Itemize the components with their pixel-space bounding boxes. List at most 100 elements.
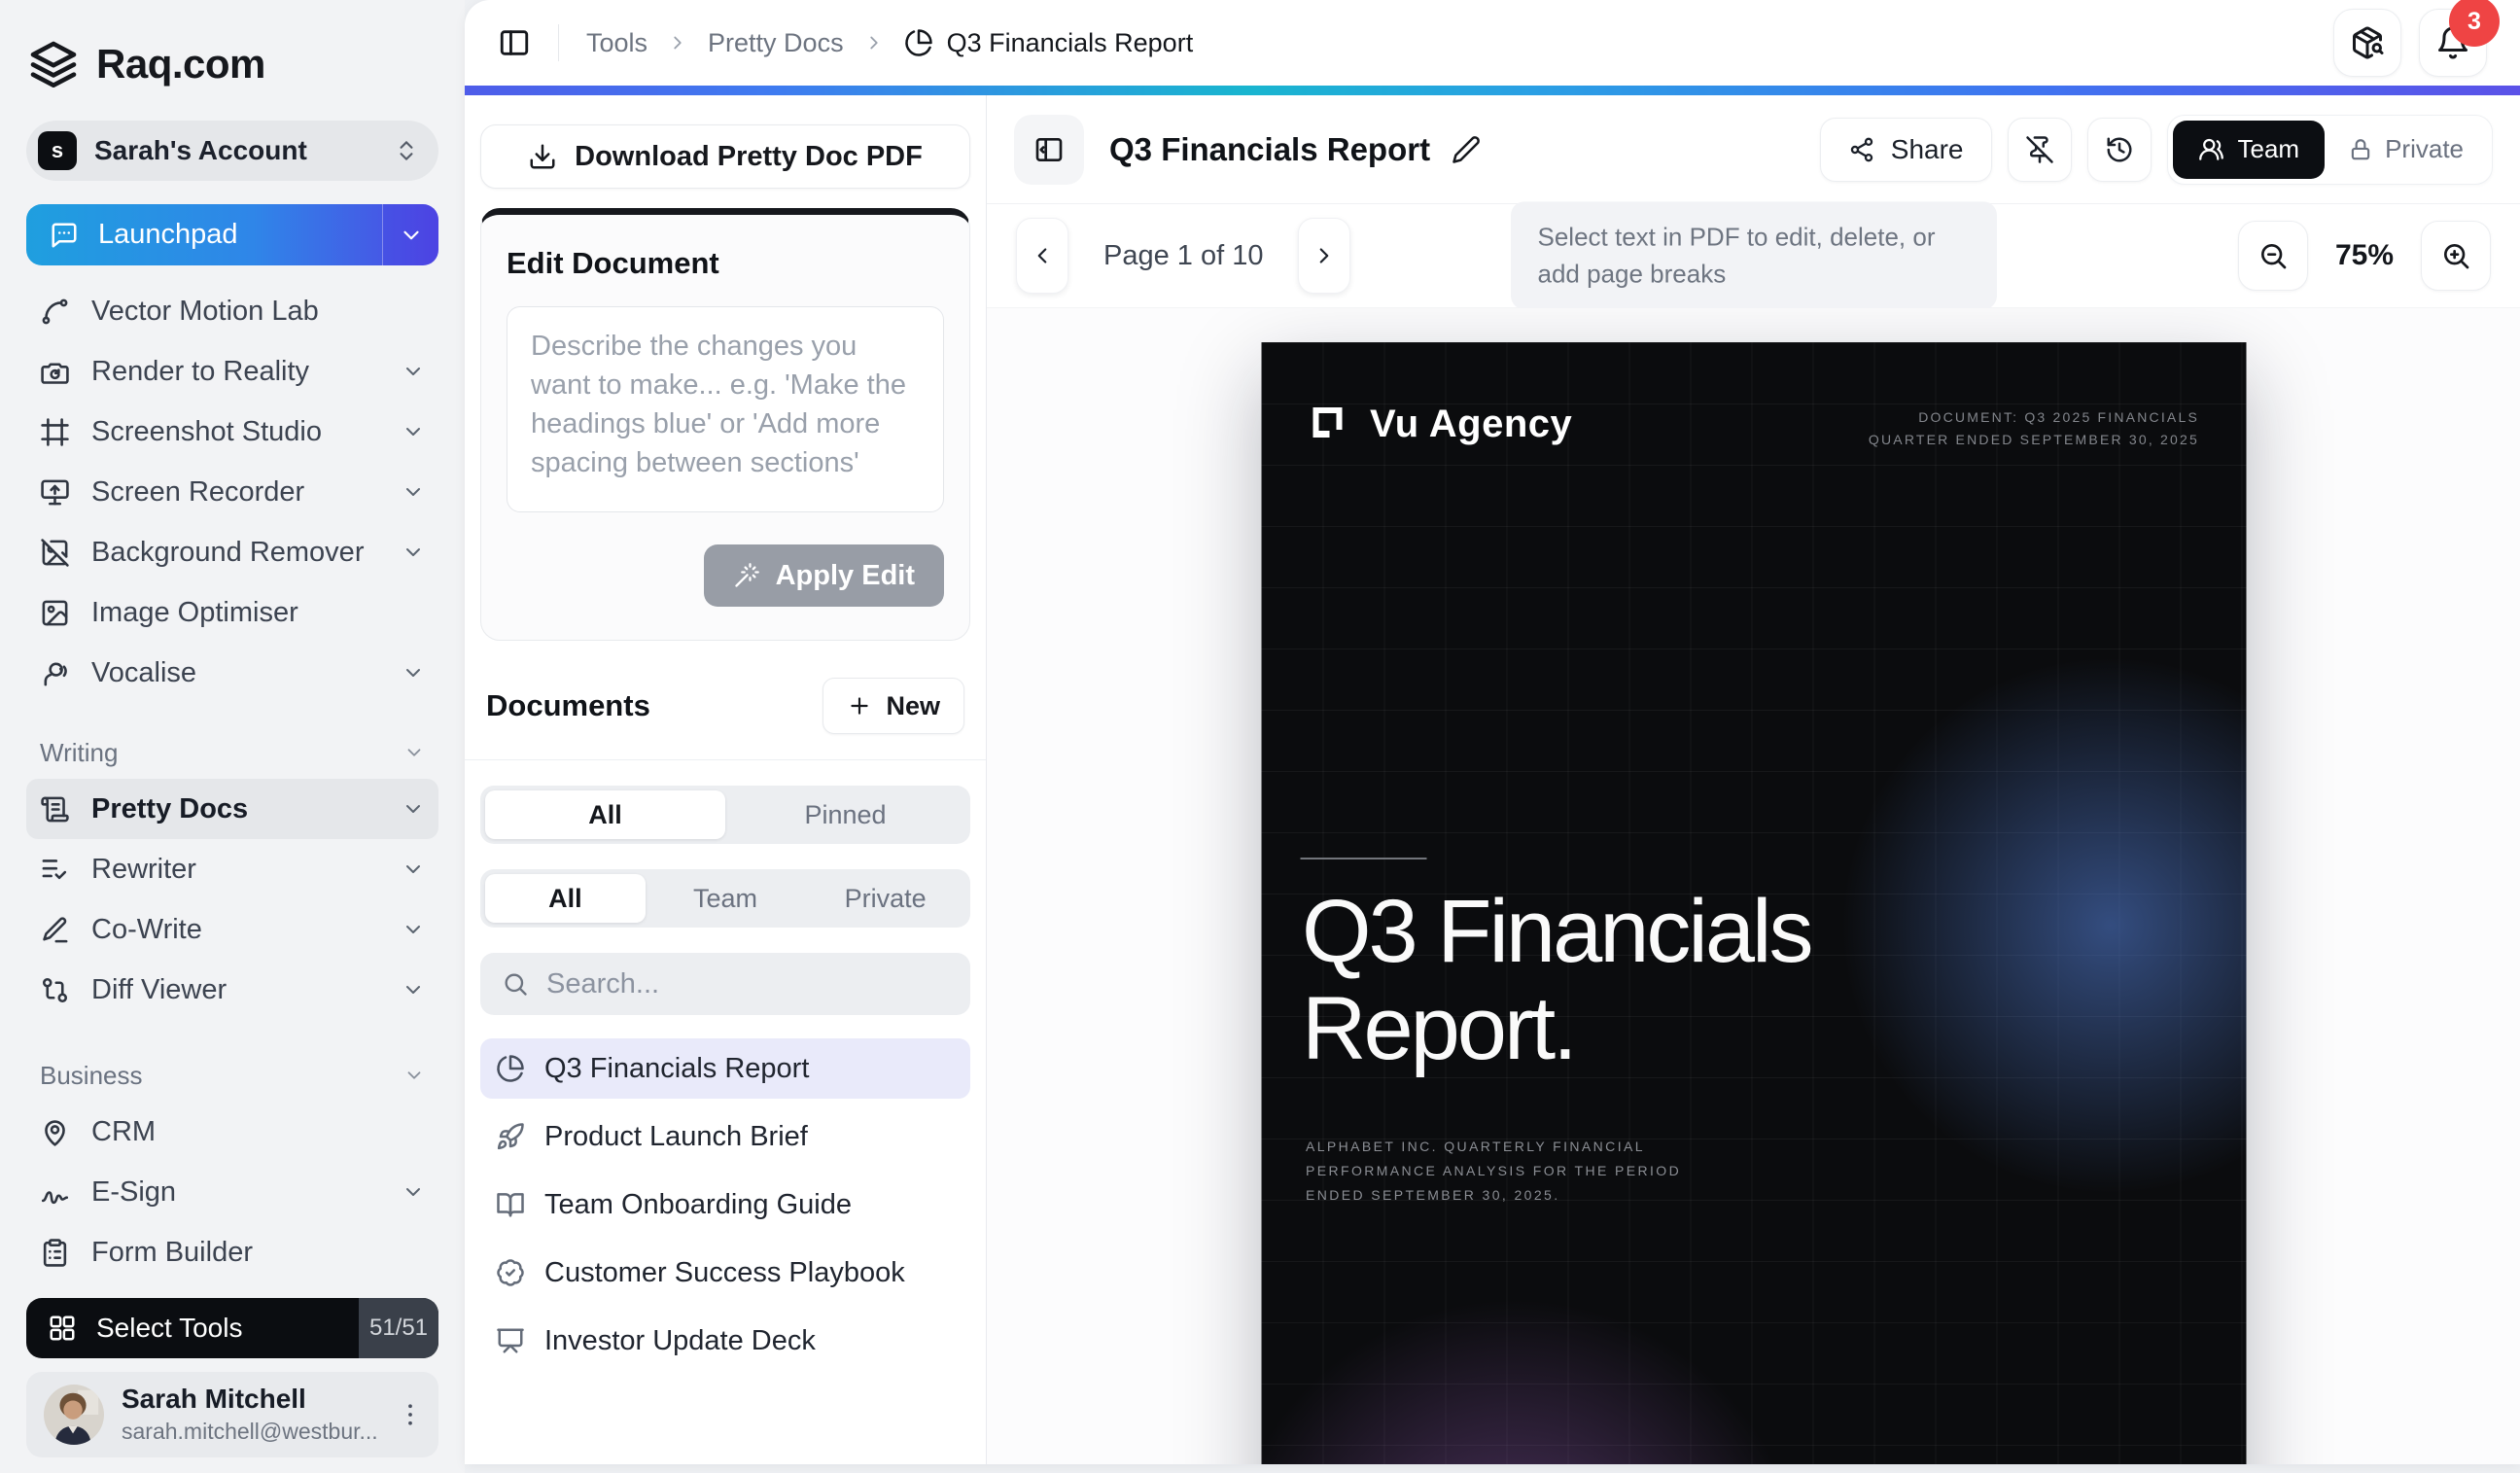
pie-chart-icon: [496, 1054, 525, 1083]
rocket-icon: [496, 1122, 525, 1151]
tab-scope-team[interactable]: Team: [646, 874, 806, 923]
tab-all[interactable]: All: [485, 790, 725, 839]
plus-icon: [847, 693, 872, 719]
pdf-subtitle-line1: ALPHABET INC. QUARTERLY FINANCIAL: [1306, 1135, 1681, 1159]
nav-label: Screenshot Studio: [91, 416, 322, 448]
page-indicator: Page 1 of 10: [1103, 240, 1263, 272]
launchpad-expand-button[interactable]: [382, 204, 438, 265]
launchpad-main[interactable]: Launchpad: [26, 204, 382, 265]
select-tools-button[interactable]: Select Tools 51/51: [26, 1298, 438, 1358]
share-label: Share: [1891, 134, 1964, 165]
previous-page-button[interactable]: [1016, 218, 1068, 294]
tab-scope-private[interactable]: Private: [805, 874, 965, 923]
new-document-button[interactable]: New: [822, 678, 964, 734]
package-search-button[interactable]: [2333, 9, 2401, 77]
list-checks-icon: [40, 855, 70, 885]
nav-label: Image Optimiser: [91, 597, 298, 629]
share-button[interactable]: Share: [1820, 118, 1992, 182]
pdf-subtitle: ALPHABET INC. QUARTERLY FINANCIAL PERFOR…: [1306, 1135, 1681, 1208]
edit-instructions-input[interactable]: [507, 306, 944, 512]
collapse-panel-button[interactable]: [1014, 115, 1084, 185]
sidebar-item-diff-viewer[interactable]: Diff Viewer: [26, 960, 438, 1020]
breadcrumb-pretty-docs[interactable]: Pretty Docs: [708, 28, 844, 58]
zoom-in-button[interactable]: [2421, 221, 2491, 291]
sidebar-item-image-optimiser[interactable]: Image Optimiser: [26, 582, 438, 643]
download-label: Download Pretty Doc PDF: [575, 141, 923, 173]
share-icon: [1848, 136, 1875, 163]
user-info: Sarah Mitchell sarah.mitchell@westbur...: [122, 1385, 378, 1446]
sidebar-item-background-remover[interactable]: Background Remover: [26, 522, 438, 582]
sidebar-toggle-icon[interactable]: [498, 26, 531, 59]
visibility-private-button[interactable]: Private: [2325, 121, 2487, 179]
version-history-button[interactable]: [2087, 118, 2152, 182]
chevron-down-icon: [402, 541, 425, 564]
viewer-actions: Share Team: [1820, 115, 2493, 185]
more-vertical-icon[interactable]: [396, 1400, 425, 1429]
sidebar-item-e-sign[interactable]: E-Sign: [26, 1162, 438, 1222]
sidebar-item-screenshot-studio[interactable]: Screenshot Studio: [26, 402, 438, 462]
new-label: New: [886, 691, 940, 721]
sidebar-item-co-write[interactable]: Co-Write: [26, 899, 438, 960]
user-email: sarah.mitchell@westbur...: [122, 1419, 378, 1445]
sidebar-item-rewriter[interactable]: Rewriter: [26, 839, 438, 899]
next-page-button[interactable]: [1298, 218, 1350, 294]
pdf-subtitle-line2: PERFORMANCE ANALYSIS FOR THE PERIOD: [1306, 1159, 1681, 1183]
pdf-subtitle-line3: ENDED SEPTEMBER 30, 2025.: [1306, 1183, 1681, 1208]
topbar: Tools Pretty Docs Q3 Financials Report 3: [465, 0, 2520, 86]
zoom-controls: 75%: [2238, 221, 2491, 291]
launchpad-button[interactable]: Launchpad: [26, 204, 438, 265]
apply-row: Apply Edit: [507, 544, 944, 607]
search-input[interactable]: [544, 967, 949, 1001]
document-list: Q3 Financials Report Product Launch Brie…: [480, 1038, 970, 1371]
chevron-down-icon: [402, 480, 425, 504]
documents-title: Documents: [486, 688, 650, 723]
pdf-title-line1: Q3 Financials: [1302, 883, 1810, 980]
sidebar-item-vocalise[interactable]: Vocalise: [26, 643, 438, 703]
sidebar-item-form-builder[interactable]: Form Builder: [26, 1222, 438, 1282]
chevron-down-icon: [402, 360, 425, 383]
topbar-actions: 3: [2333, 9, 2487, 77]
team-label: Team: [2238, 134, 2300, 164]
nav-label: CRM: [91, 1116, 156, 1148]
breadcrumb-current: Q3 Financials Report: [904, 28, 1194, 58]
section-business[interactable]: Business: [26, 1049, 438, 1102]
monitor-up-icon: [40, 477, 70, 508]
wand-sparkles-icon: [733, 562, 760, 589]
frame-icon: [40, 417, 70, 447]
visibility-team-button[interactable]: Team: [2173, 121, 2326, 179]
viewer-header: Q3 Financials Report Share: [987, 95, 2520, 204]
select-tools-main[interactable]: Select Tools: [26, 1298, 359, 1358]
list-item-team-onboarding-guide[interactable]: Team Onboarding Guide: [480, 1175, 970, 1235]
nav-label: Screen Recorder: [91, 476, 304, 509]
download-icon: [528, 142, 557, 171]
breadcrumb-tools[interactable]: Tools: [586, 28, 648, 58]
pencil-icon[interactable]: [1452, 135, 1481, 164]
tab-scope-all[interactable]: All: [485, 874, 646, 923]
list-item-product-launch-brief[interactable]: Product Launch Brief: [480, 1106, 970, 1167]
sidebar-item-pretty-docs[interactable]: Pretty Docs: [26, 779, 438, 839]
user-card[interactable]: Sarah Mitchell sarah.mitchell@westbur...: [26, 1372, 438, 1457]
documents-panel: Download Pretty Doc PDF Edit Document Ap…: [465, 95, 987, 1464]
unpin-button[interactable]: [2008, 118, 2072, 182]
document-title: Q3 Financials Report: [1109, 131, 1430, 168]
pdf-page[interactable]: Vu Agency DOCUMENT: Q3 2025 FINANCIALS Q…: [1261, 342, 2246, 1464]
section-writing[interactable]: Writing: [26, 726, 438, 779]
sidebar-item-crm[interactable]: CRM: [26, 1102, 438, 1162]
download-pdf-button[interactable]: Download Pretty Doc PDF: [480, 124, 970, 189]
chevron-down-icon: [402, 978, 425, 1001]
list-item-investor-update-deck[interactable]: Investor Update Deck: [480, 1311, 970, 1371]
sidebar-item-vector-motion-lab[interactable]: Vector Motion Lab: [26, 281, 438, 341]
apply-edit-button[interactable]: Apply Edit: [704, 544, 944, 607]
zoom-level: 75%: [2335, 239, 2394, 272]
list-item-q3-financials-report[interactable]: Q3 Financials Report: [480, 1038, 970, 1099]
layers-logo-icon: [26, 37, 81, 91]
chevron-down-icon: [403, 1065, 425, 1086]
notifications-button[interactable]: 3: [2419, 9, 2487, 77]
sidebar-item-screen-recorder[interactable]: Screen Recorder: [26, 462, 438, 522]
pdf-title: Q3 Financials Report.: [1302, 883, 1810, 1078]
zoom-out-button[interactable]: [2238, 221, 2308, 291]
tab-pinned[interactable]: Pinned: [725, 790, 965, 839]
sidebar-item-render-to-reality[interactable]: Render to Reality: [26, 341, 438, 402]
list-item-customer-success-playbook[interactable]: Customer Success Playbook: [480, 1243, 970, 1303]
account-switcher[interactable]: s Sarah's Account: [26, 121, 438, 181]
